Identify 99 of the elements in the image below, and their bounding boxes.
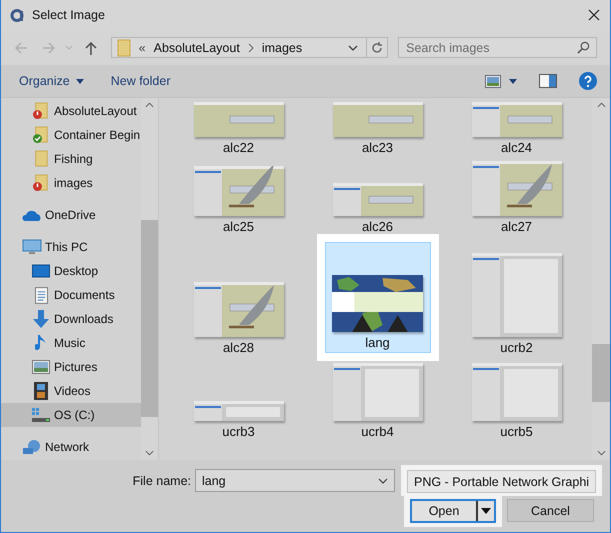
file-name: alc22	[222, 140, 254, 155]
cancel-button[interactable]: Cancel	[507, 499, 594, 522]
sidebar-item[interactable]: This PC	[1, 235, 141, 259]
music-note-icon	[35, 334, 47, 352]
sidebar-label: Documents	[54, 288, 115, 302]
file-name: alc24	[500, 140, 532, 155]
monitor-icon	[22, 239, 42, 255]
file-name: lang	[365, 335, 390, 350]
file-item[interactable]: alc25	[186, 164, 292, 237]
sidebar-item[interactable]: Videos	[1, 379, 141, 403]
folder-warning-icon	[33, 102, 49, 120]
sidebar-item[interactable]: OneDrive	[1, 203, 141, 227]
breadcrumb[interactable]: images	[262, 40, 302, 54]
file-name-field[interactable]: lang	[195, 469, 395, 492]
file-item[interactable]: alc22	[186, 100, 292, 158]
scroll-down-icon[interactable]	[145, 450, 154, 456]
scroll-up-icon[interactable]	[145, 102, 154, 108]
refresh-icon[interactable]	[370, 40, 384, 54]
file-item[interactable]: ucrb4	[324, 361, 430, 442]
file-name: alc26	[362, 219, 394, 234]
file-name: ucrb5	[500, 424, 533, 439]
sidebar-label: Network	[45, 440, 90, 454]
download-icon	[33, 310, 49, 328]
sidebar-item[interactable]: Downloads	[1, 307, 141, 331]
up-icon[interactable]	[82, 40, 99, 56]
sidebar-label: Fishing	[54, 152, 93, 166]
breadcrumb[interactable]: AbsoluteLayout	[154, 40, 240, 54]
file-name: ucrb2	[500, 340, 533, 355]
sidebar-label: Music	[54, 336, 86, 350]
new-folder-button[interactable]: New folder	[110, 74, 170, 88]
scroll-up-icon[interactable]	[596, 102, 606, 108]
file-item[interactable]: alc24	[464, 100, 570, 158]
sidebar-item[interactable]: images	[1, 171, 141, 195]
dropdown-icon[interactable]	[348, 44, 358, 52]
app-logo-icon	[10, 8, 24, 22]
desktop-icon	[32, 264, 50, 278]
sidebar-item[interactable]: Music	[1, 331, 141, 355]
file-name: alc25	[222, 219, 254, 234]
close-icon[interactable]	[588, 9, 600, 21]
document-icon	[34, 286, 48, 304]
sidebar-label: Container Begin	[54, 128, 140, 142]
file-name: alc28	[222, 340, 254, 355]
drive-icon	[32, 407, 50, 423]
caret-icon[interactable]	[76, 78, 84, 84]
sidebar-label: images	[54, 176, 93, 190]
sidebar-item[interactable]: AbsoluteLayout	[1, 99, 141, 123]
window-title: Select Image	[32, 8, 105, 22]
file-name: ucrb3	[222, 424, 255, 439]
scroll-thumb[interactable]	[141, 220, 158, 417]
file-item[interactable]: alc28	[186, 280, 292, 358]
sidebar-label: Downloads	[54, 312, 114, 326]
file-item[interactable]: ucrb5	[464, 361, 570, 442]
dropdown-icon[interactable]	[378, 478, 388, 484]
file-name: alc27	[500, 219, 532, 234]
help-icon[interactable]	[579, 72, 597, 90]
caret-icon[interactable]	[481, 508, 491, 514]
sidebar-item[interactable]: Container Begin	[1, 123, 141, 147]
file-item[interactable]: alc23	[324, 100, 430, 158]
sidebar-label: OneDrive	[45, 208, 96, 222]
file-item[interactable]: ucrb3	[186, 399, 292, 442]
file-item[interactable]: alc27	[464, 159, 570, 237]
file-item[interactable]: alc26	[324, 181, 430, 237]
network-icon	[22, 439, 42, 455]
sidebar-label: This PC	[45, 240, 88, 254]
sidebar-label: OS (C:)	[54, 408, 95, 422]
caret-icon[interactable]	[509, 78, 517, 84]
overflow-crumb[interactable]: «	[138, 40, 146, 54]
sidebar-label: Pictures	[54, 360, 98, 374]
folder-icon	[33, 150, 49, 168]
address-bar[interactable]: « AbsoluteLayout images	[110, 37, 388, 58]
cloud-icon	[22, 209, 42, 221]
search-icon	[576, 41, 590, 54]
file-type-dropdown[interactable]: PNG - Portable Network Graphi	[407, 470, 596, 493]
folder-warning-icon	[33, 174, 49, 192]
sidebar-item[interactable]: OS (C:)	[1, 403, 141, 427]
search-field[interactable]: Search images	[398, 37, 597, 58]
sidebar-item[interactable]: Pictures	[1, 355, 141, 379]
open-button[interactable]: Open	[410, 499, 496, 523]
sidebar-item[interactable]: Desktop	[1, 259, 141, 283]
sidebar-item[interactable]: Fishing	[1, 147, 141, 171]
sidebar-label: Desktop	[54, 264, 98, 278]
file-name-label: File name:	[132, 474, 191, 488]
organize-menu[interactable]: Organize	[19, 74, 70, 88]
scroll-down-icon[interactable]	[596, 450, 606, 456]
pictures-icon	[32, 360, 50, 374]
sidebar-label: AbsoluteLayout	[54, 104, 137, 118]
sidebar-label: Videos	[54, 384, 90, 398]
folder-check-icon	[33, 126, 49, 144]
film-icon	[34, 382, 48, 400]
preview-pane-icon[interactable]	[539, 74, 557, 88]
scroll-thumb[interactable]	[592, 344, 610, 402]
file-item[interactable]: ucrb2	[464, 251, 570, 358]
file-name: ucrb4	[361, 424, 394, 439]
folder-icon	[116, 38, 131, 56]
view-icon[interactable]	[485, 74, 501, 88]
sidebar-item[interactable]: Documents	[1, 283, 141, 307]
file-name: alc23	[362, 140, 394, 155]
chevron-icon	[248, 42, 254, 52]
sidebar-item[interactable]: Network	[1, 435, 141, 459]
